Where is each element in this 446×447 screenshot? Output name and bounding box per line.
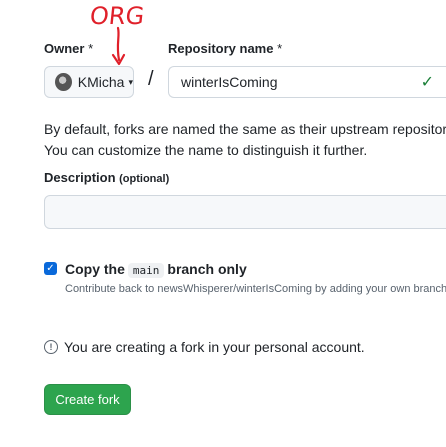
owner-value: KMicha — [77, 74, 125, 90]
default-name-hint: By default, forks are named the same as … — [44, 121, 446, 158]
description-label: Description (optional) — [44, 170, 170, 185]
annotation-arrow — [111, 26, 126, 66]
description-input[interactable] — [44, 195, 446, 229]
owner-select[interactable]: KMicha ▾ — [44, 66, 134, 98]
copy-branch-help: Contribute back to newsWhisperer/winterI… — [65, 283, 446, 295]
owner-label: Owner * — [44, 41, 94, 56]
fork-form: ORG Owner * Repository name * KMicha ▾ /… — [0, 0, 446, 447]
chevron-down-icon: ▾ — [128, 76, 133, 87]
copy-branch-checkbox[interactable]: ✓ — [44, 262, 57, 275]
info-icon: ! — [44, 340, 58, 354]
avatar — [55, 73, 72, 91]
repository-name-label: Repository name * — [168, 41, 283, 56]
branch-name: main — [127, 263, 165, 278]
fork-notice-text: You are creating a fork in your personal… — [64, 339, 365, 355]
create-fork-button[interactable]: Create fork — [44, 384, 131, 415]
check-icon: ✓ — [420, 74, 434, 91]
optional-tag: (optional) — [119, 173, 170, 185]
repository-name-value: winterIsComing — [181, 74, 278, 90]
copy-branch-label: Copy the main branch only — [65, 261, 247, 278]
repository-name-input[interactable]: winterIsComing ✓ — [168, 66, 446, 98]
fork-notice: ! You are creating a fork in your person… — [44, 339, 365, 355]
path-separator: / — [148, 68, 154, 90]
